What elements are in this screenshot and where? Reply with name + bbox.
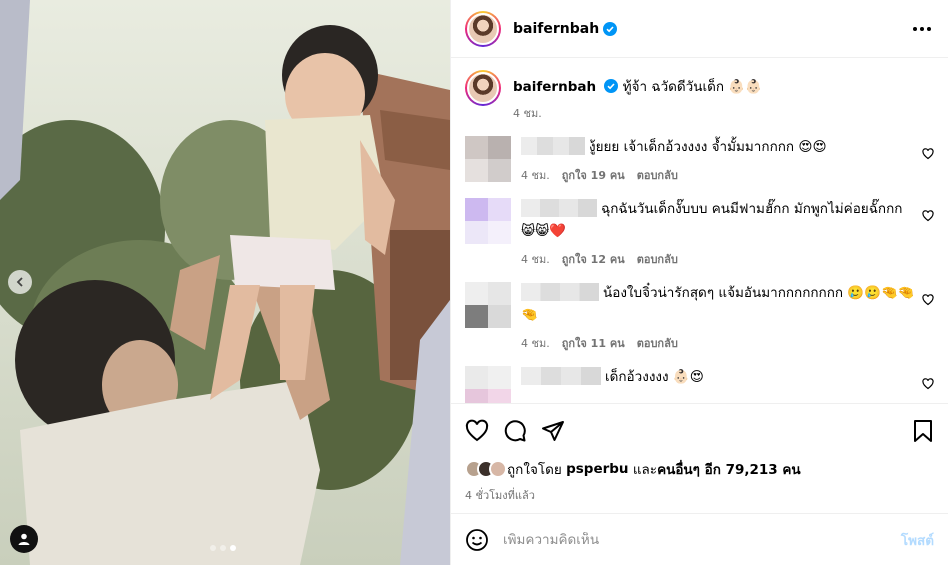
heart-icon: [465, 419, 489, 442]
verified-badge-icon: [604, 79, 619, 93]
comment-like-button[interactable]: [922, 294, 934, 310]
commenter-username[interactable]: [521, 137, 585, 155]
heart-icon: [922, 210, 934, 222]
comment-time: 4 ชม.: [521, 337, 550, 350]
post-comment-button[interactable]: โพสต์: [901, 529, 934, 551]
comment-item: น้องใบจิ๋วน่ารักสุดๆ แจ้มอันมากกกกกกกก 🥲…: [465, 282, 934, 352]
verified-badge-icon: [603, 21, 618, 36]
comment-like-button[interactable]: [922, 148, 934, 164]
avatar[interactable]: [465, 70, 501, 106]
caption-text: ทู้จ้า ฉวัดดีวันเด็ก 👶🏻👶🏻: [622, 79, 762, 95]
commenter-username[interactable]: [521, 367, 601, 385]
reply-button[interactable]: ตอบกลับ: [637, 334, 678, 352]
comment-text: งู้ยยย เจ้าเด็กอ้วงงงง จ้ำมั้มมากกกก 😍😍: [589, 139, 827, 155]
comment-item: งู้ยยย เจ้าเด็กอ้วงงงง จ้ำมั้มมากกกก 😍😍 4…: [465, 136, 934, 184]
post-header: baifernbah: [451, 0, 948, 58]
share-icon: [542, 421, 564, 441]
post-details: baifernbah baifernbah ทู้จ้า ฉวัดดีวันเด…: [450, 0, 948, 565]
post-photo[interactable]: [0, 0, 450, 565]
commenter-avatar[interactable]: [465, 282, 511, 328]
carousel-dots: [210, 545, 236, 551]
caption-time: 4 ชม.: [513, 107, 542, 120]
comment-item: เด็กอ้วงงงง 👶🏻😍: [465, 366, 934, 403]
reply-button[interactable]: ตอบกลับ: [637, 166, 678, 184]
carousel-dot-active: [230, 545, 236, 551]
actions-area: ถูกใจโดย psperbu และ คนอื่นๆ อีก 79,213 ค…: [451, 403, 948, 513]
share-button[interactable]: [541, 419, 565, 443]
photo-image: [0, 0, 450, 565]
comment-likes[interactable]: ถูกใจ 12 คน: [562, 250, 625, 268]
commenter-avatar[interactable]: [465, 366, 511, 403]
comment-likes[interactable]: ถูกใจ 19 คน: [562, 166, 625, 184]
likes-others[interactable]: คนอื่นๆ อีก 79,213 คน: [657, 458, 801, 480]
heart-icon: [922, 294, 934, 306]
likes-summary: ถูกใจโดย psperbu และ คนอื่นๆ อีก 79,213 ค…: [465, 458, 934, 480]
like-button[interactable]: [465, 419, 489, 443]
more-options-button[interactable]: [910, 17, 934, 41]
person-tag-icon: [18, 533, 30, 545]
comment-item: ฉุกฉันวันเด็กงั๊บบบ คนมีฟามฮั๊กก มักพูกไ…: [465, 198, 934, 268]
likes-prefix: ถูกใจโดย: [507, 462, 562, 478]
carousel-prev-button[interactable]: [8, 270, 32, 294]
comments-list[interactable]: baifernbah ทู้จ้า ฉวัดดีวันเด็ก 👶🏻👶🏻 4 ช…: [451, 58, 948, 403]
chevron-left-icon: [16, 277, 23, 287]
more-horizontal-icon: [913, 26, 931, 31]
comment-line: น้องใบจิ๋วน่ารักสุดๆ แจ้มอันมากกกกกกกก 🥲…: [521, 282, 916, 326]
liker-avatars: [465, 460, 507, 478]
heart-icon: [922, 148, 934, 160]
commenter-avatar[interactable]: [465, 136, 511, 182]
comment-button[interactable]: [503, 419, 527, 443]
comment-time: 4 ชม.: [521, 169, 550, 182]
comment-line: เด็กอ้วงงงง 👶🏻😍: [521, 366, 916, 388]
commenter-username[interactable]: [521, 199, 597, 217]
comment-line: ฉุกฉันวันเด็กงั๊บบบ คนมีฟามฮั๊กก มักพูกไ…: [521, 198, 916, 242]
carousel-dot: [210, 545, 216, 551]
reply-button[interactable]: ตอบกลับ: [637, 250, 678, 268]
comment-icon: [504, 420, 526, 442]
save-button[interactable]: [912, 419, 934, 443]
likes-user[interactable]: psperbu: [566, 461, 628, 477]
comment-like-button[interactable]: [922, 210, 934, 226]
caption-username[interactable]: baifernbah: [513, 79, 596, 95]
avatar[interactable]: [465, 10, 501, 47]
likes-and: และ: [632, 462, 658, 478]
caption-line: baifernbah ทู้จ้า ฉวัดดีวันเด็ก 👶🏻👶🏻: [513, 70, 762, 96]
heart-icon: [922, 378, 934, 390]
caption: baifernbah ทู้จ้า ฉวัดดีวันเด็ก 👶🏻👶🏻 4 ช…: [465, 70, 934, 122]
commenter-avatar[interactable]: [465, 198, 511, 244]
carousel-dot: [220, 545, 226, 551]
comment-time: 4 ชม.: [521, 253, 550, 266]
emoji-button[interactable]: [465, 528, 489, 552]
commenter-username[interactable]: [521, 283, 599, 301]
tagged-users-button[interactable]: [10, 525, 38, 553]
comment-text: เด็กอ้วงงงง 👶🏻😍: [605, 369, 704, 385]
emoji-icon: [466, 528, 488, 551]
comment-like-button[interactable]: [922, 378, 934, 394]
add-comment-bar: โพสต์: [451, 513, 948, 565]
header-username[interactable]: baifernbah: [513, 21, 599, 37]
bookmark-icon: [914, 420, 932, 442]
post-time: 4 ชั่วโมงที่แล้ว: [465, 489, 535, 502]
comment-likes[interactable]: ถูกใจ 11 คน: [562, 334, 625, 352]
comment-line: งู้ยยย เจ้าเด็กอ้วงงงง จ้ำมั้มมากกกก 😍😍: [521, 136, 916, 158]
comment-input[interactable]: [503, 531, 901, 548]
